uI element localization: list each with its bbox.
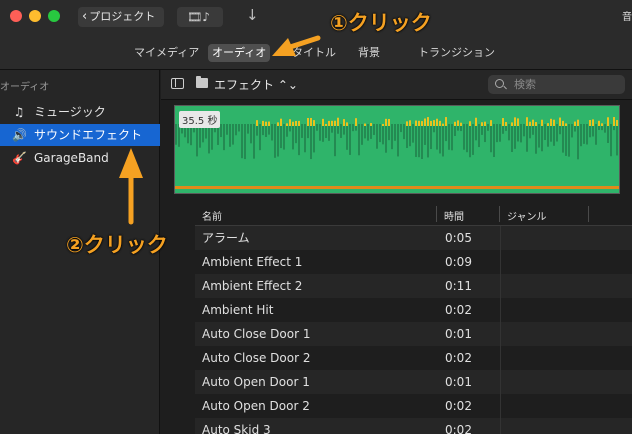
arrow-head-2 <box>119 148 143 178</box>
annotation-step-2: ②クリック <box>66 233 168 257</box>
app-window: ‹ プロジェクト 🎞♪ ↓ 音 マイメディア オーディオ タイトル 背景 トランジ… <box>0 0 632 434</box>
annotation-arrows <box>119 35 321 225</box>
annotation-step-1: ①クリック <box>330 11 432 35</box>
